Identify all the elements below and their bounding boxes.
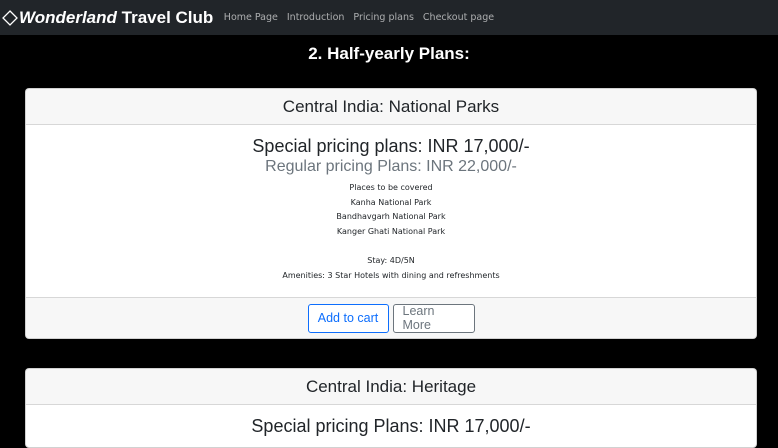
add-to-cart-button[interactable]: Add to cart [307, 303, 389, 333]
place-item: Kanha National Park [350, 197, 432, 207]
brand-name-italic: Wonderland [19, 7, 117, 27]
nav-link-introduction[interactable]: Introduction [282, 12, 349, 23]
card-header: Central India: Heritage [26, 369, 756, 405]
card-header: Central India: National Parks [26, 89, 756, 125]
brand-link[interactable]: Wonderland Travel Club [2, 8, 213, 28]
plan-card: Central India: National Parks Special pr… [25, 88, 757, 339]
special-price: Special pricing plans: INR 17,000/- [252, 136, 530, 156]
learn-more-button[interactable]: Learn More [392, 303, 475, 333]
plan-card: Central India: Heritage Special pricing … [25, 368, 757, 448]
place-item: Bandhavgarh National Park [336, 212, 446, 222]
navbar: Wonderland Travel Club Home Page Introdu… [0, 0, 778, 35]
diamond-icon [2, 9, 18, 26]
place-item: Kanger Ghati National Park [336, 226, 446, 236]
section-title: 2. Half-yearly Plans: [308, 44, 470, 63]
nav-link-checkout[interactable]: Checkout page [418, 12, 498, 23]
card-footer: Add to cart Learn More [26, 297, 756, 338]
nav-links: Home Page Introduction Pricing plans Che… [219, 12, 498, 23]
places-label: Places to be covered [349, 183, 433, 192]
card-body: Special pricing plans: INR 17,000/- Regu… [26, 125, 756, 283]
stay-info: Stay: 4D/5N [367, 255, 415, 265]
regular-price: Regular pricing Plans: INR 22,000/- [265, 158, 517, 175]
nav-link-pricing[interactable]: Pricing plans [349, 12, 419, 23]
amenities-info: Amenities: 3 Star Hotels with dining and… [282, 270, 500, 280]
card-body: Special pricing Plans: INR 17,000/- [26, 405, 756, 437]
special-price: Special pricing Plans: INR 17,000/- [251, 416, 531, 436]
plan-details: Places to be covered Kanha National Park… [26, 181, 756, 283]
brand-name-rest: Travel Club [116, 7, 214, 27]
nav-link-home[interactable]: Home Page [219, 12, 282, 23]
